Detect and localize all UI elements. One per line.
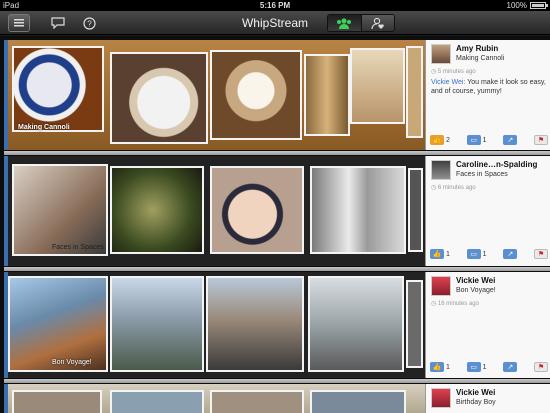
like-button[interactable]: 👍 1 bbox=[430, 362, 450, 372]
clock-icon: ◷ bbox=[431, 301, 437, 307]
thumbs-up-icon: 👍 bbox=[430, 135, 444, 145]
like-button[interactable]: 👍 1 bbox=[430, 249, 450, 259]
comment-card[interactable]: Vickie Wei Bon Voyage! ◷ 16 minutes ago … bbox=[425, 272, 550, 378]
stream-photo[interactable] bbox=[110, 52, 208, 144]
share-button[interactable]: ↗ bbox=[503, 135, 518, 145]
like-button[interactable]: 👍 2 bbox=[430, 135, 450, 145]
stream-photo[interactable] bbox=[12, 390, 102, 413]
share-icon: ↗ bbox=[503, 135, 518, 145]
stream-caption: Making Cannoli bbox=[18, 124, 70, 131]
stream-photo[interactable] bbox=[12, 164, 108, 256]
stream-photo[interactable] bbox=[210, 166, 304, 254]
action-bar: 👍 1 ▭ 1 ↗ ⚑ bbox=[430, 360, 548, 374]
battery-icon bbox=[530, 2, 548, 9]
comment-button[interactable]: ▭ 1 bbox=[466, 362, 487, 372]
like-count: 2 bbox=[446, 136, 450, 144]
stream-photo[interactable] bbox=[350, 48, 405, 124]
stream-photo[interactable] bbox=[310, 166, 406, 254]
commenter-name[interactable]: Vickie Wei: bbox=[431, 79, 465, 86]
flag-button[interactable]: ⚑ bbox=[533, 362, 548, 372]
stream-photo[interactable] bbox=[110, 166, 204, 254]
row-divider bbox=[4, 379, 550, 383]
comment-button[interactable]: ▭ 1 bbox=[466, 135, 487, 145]
share-button[interactable]: ↗ bbox=[503, 362, 518, 372]
stream-photo[interactable] bbox=[406, 46, 423, 138]
battery-indicator: 100% bbox=[506, 1, 548, 10]
flag-icon: ⚑ bbox=[533, 249, 548, 259]
stream-photo[interactable] bbox=[110, 390, 204, 413]
row-divider bbox=[4, 151, 550, 155]
stream-caption: Faces in Spaces bbox=[52, 244, 104, 251]
thumbs-up-icon: 👍 bbox=[430, 249, 444, 259]
user-name[interactable]: Vickie Wei bbox=[456, 276, 495, 285]
user-name[interactable]: Vickie Wei bbox=[456, 388, 495, 397]
user-name[interactable]: Caroline…n-Spalding bbox=[456, 160, 537, 169]
timestamp: ◷ 6 minutes ago bbox=[431, 185, 476, 191]
group-icon bbox=[337, 18, 352, 29]
share-icon: ↗ bbox=[503, 362, 518, 372]
stream-photo[interactable] bbox=[110, 276, 204, 372]
like-count: 1 bbox=[446, 363, 450, 371]
share-icon: ↗ bbox=[503, 249, 518, 259]
tab-group-view[interactable] bbox=[328, 15, 361, 31]
action-bar: 👍 2 ▭ 1 ↗ ⚑ bbox=[430, 133, 548, 147]
timestamp: ◷ 5 minutes ago bbox=[431, 69, 476, 75]
stream-photo[interactable] bbox=[210, 390, 304, 413]
like-count: 1 bbox=[446, 250, 450, 258]
stream-photo[interactable] bbox=[406, 280, 423, 368]
flag-icon: ⚑ bbox=[533, 362, 548, 372]
stream-title: Birthday Boy bbox=[456, 399, 496, 406]
stream-photo[interactable] bbox=[310, 390, 406, 413]
row-divider bbox=[4, 267, 550, 271]
app-title: WhipStream bbox=[241, 16, 309, 30]
flag-button[interactable]: ⚑ bbox=[533, 249, 548, 259]
action-bar: 👍 1 ▭ 1 ↗ ⚑ bbox=[430, 247, 548, 261]
clock: 5:16 PM bbox=[259, 1, 291, 10]
timestamp: ◷ 16 minutes ago bbox=[431, 301, 479, 307]
comment-card[interactable]: Vickie Wei Birthday Boy bbox=[425, 384, 550, 413]
comment-icon: ▭ bbox=[466, 362, 481, 372]
tab-person-view[interactable] bbox=[360, 15, 394, 31]
comment-card[interactable]: Amy Rubin Making Cannoli ◷ 5 minutes ago… bbox=[425, 40, 550, 150]
clock-icon: ◷ bbox=[431, 185, 437, 191]
avatar[interactable] bbox=[431, 388, 451, 408]
flag-button[interactable]: ⚑ bbox=[533, 135, 548, 145]
stream-feed[interactable]: Making Cannoli Faces in Spaces Bon Voyag… bbox=[0, 36, 550, 413]
status-bar: iPad 5:16 PM 100% bbox=[0, 0, 550, 11]
stream-title: Bon Voyage! bbox=[456, 287, 496, 294]
comment-card[interactable]: Caroline…n-Spalding Faces in Spaces ◷ 6 … bbox=[425, 156, 550, 266]
stream-photo[interactable] bbox=[308, 276, 404, 372]
avatar[interactable] bbox=[431, 160, 451, 180]
share-button[interactable]: ↗ bbox=[503, 249, 518, 259]
thumbs-up-icon: 👍 bbox=[430, 362, 444, 372]
navigation-bar: ? WhipStream bbox=[0, 11, 550, 35]
comment-count: 1 bbox=[482, 250, 487, 258]
stream-photo[interactable] bbox=[304, 54, 350, 136]
comment-button[interactable]: ▭ 1 bbox=[466, 249, 487, 259]
stream-title: Making Cannoli bbox=[456, 55, 505, 62]
stream-photo[interactable] bbox=[12, 46, 104, 132]
stream-photo[interactable] bbox=[408, 168, 423, 252]
stream-caption: Bon Voyage! bbox=[52, 359, 92, 366]
comment-count: 1 bbox=[482, 363, 487, 371]
stream-title: Faces in Spaces bbox=[456, 171, 508, 178]
avatar[interactable] bbox=[431, 44, 451, 64]
comment-icon: ▭ bbox=[466, 135, 481, 145]
person-heart-icon bbox=[371, 17, 384, 29]
comment-count: 1 bbox=[482, 136, 487, 144]
user-name[interactable]: Amy Rubin bbox=[456, 44, 498, 53]
view-segmented-control bbox=[327, 14, 395, 32]
stream-photo[interactable] bbox=[210, 50, 302, 140]
battery-percent: 100% bbox=[506, 1, 527, 10]
stream-photo[interactable] bbox=[206, 276, 304, 372]
clock-icon: ◷ bbox=[431, 69, 437, 75]
flag-icon: ⚑ bbox=[533, 135, 548, 145]
avatar[interactable] bbox=[431, 276, 451, 296]
stream-photo[interactable] bbox=[8, 276, 108, 372]
latest-comment: Vickie Wei: You make it look so easy, an… bbox=[431, 78, 546, 96]
comment-icon: ▭ bbox=[466, 249, 481, 259]
